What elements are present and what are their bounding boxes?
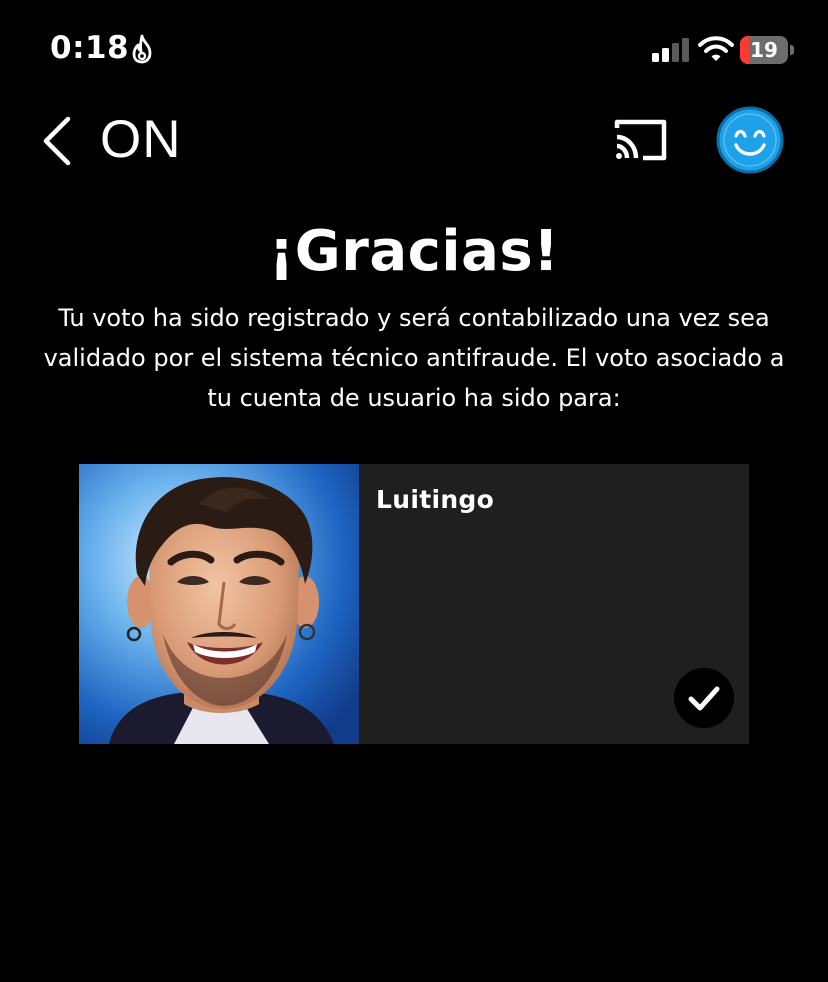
wifi-icon bbox=[698, 36, 734, 61]
checkmark-icon bbox=[674, 668, 734, 728]
profile-avatar-button[interactable] bbox=[715, 105, 785, 175]
status-time: 0:18 bbox=[50, 30, 130, 66]
back-button[interactable] bbox=[36, 110, 86, 170]
chevron-left-icon bbox=[43, 116, 71, 166]
flame-icon bbox=[132, 34, 152, 64]
battery-level: 19 bbox=[750, 38, 778, 62]
signal-icon bbox=[652, 38, 689, 62]
thank-you-heading: ¡Gracias! bbox=[268, 219, 560, 284]
vote-confirmation-message: Tu voto ha sido registrado y será contab… bbox=[43, 304, 785, 412]
smiley-avatar-icon bbox=[716, 106, 784, 174]
cast-button[interactable] bbox=[608, 112, 674, 168]
cast-icon bbox=[614, 119, 667, 161]
battery-cap bbox=[790, 45, 794, 55]
battery-body: 19 bbox=[740, 36, 788, 64]
app-title: ON bbox=[100, 110, 182, 169]
battery-icon: 19 bbox=[740, 36, 794, 64]
candidate-card[interactable]: Luitingo bbox=[79, 464, 749, 744]
status-bar: 0:18 19 bbox=[0, 0, 828, 100]
candidate-name: Luitingo bbox=[376, 485, 495, 514]
candidate-photo bbox=[79, 464, 359, 744]
